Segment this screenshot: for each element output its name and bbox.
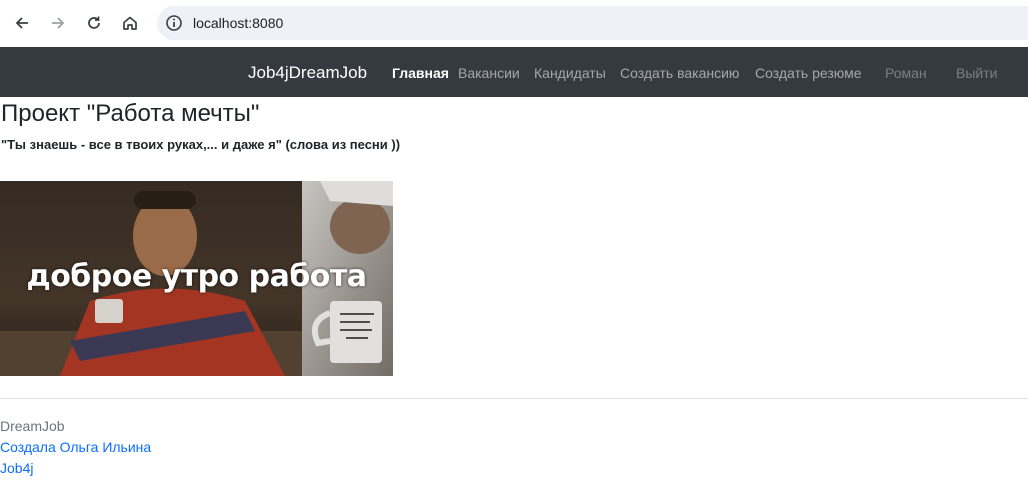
- page-subtitle: "Ты знаешь - все в твоих руках,... и даж…: [1, 137, 401, 152]
- nav-link-vacancies[interactable]: Вакансии: [458, 64, 520, 82]
- back-icon[interactable]: [7, 8, 37, 38]
- nav-link-create-resume[interactable]: Создать резюме: [755, 64, 862, 82]
- url-text: localhost:8080: [193, 15, 284, 31]
- browser-toolbar: localhost:8080: [0, 0, 1028, 47]
- footer-org-link[interactable]: Job4j: [0, 459, 33, 477]
- app-navbar: Job4jDreamJob Главная Вакансии Кандидаты…: [0, 47, 1028, 97]
- navbar-brand[interactable]: Job4jDreamJob: [248, 62, 367, 84]
- forward-icon[interactable]: [43, 8, 73, 38]
- nav-user-name[interactable]: Роман: [885, 64, 927, 82]
- info-icon[interactable]: [165, 14, 183, 32]
- nav-link-candidates[interactable]: Кандидаты: [534, 64, 606, 82]
- hero-caption: доброе утро работа: [26, 259, 367, 294]
- footer-brand: DreamJob: [0, 418, 65, 434]
- footer-divider: [0, 398, 1028, 399]
- page-title: Проект "Работа мечты": [1, 100, 260, 127]
- nav-link-create-vacancy[interactable]: Создать вакансию: [620, 64, 739, 82]
- reload-icon[interactable]: [79, 8, 109, 38]
- footer-author-link[interactable]: Создала Ольга Ильина: [0, 438, 151, 456]
- nav-logout[interactable]: Выйти: [956, 64, 997, 82]
- home-icon[interactable]: [115, 8, 145, 38]
- hero-image: доброе утро работа: [0, 181, 393, 376]
- address-bar[interactable]: localhost:8080: [157, 6, 1028, 40]
- nav-link-home[interactable]: Главная: [392, 64, 449, 82]
